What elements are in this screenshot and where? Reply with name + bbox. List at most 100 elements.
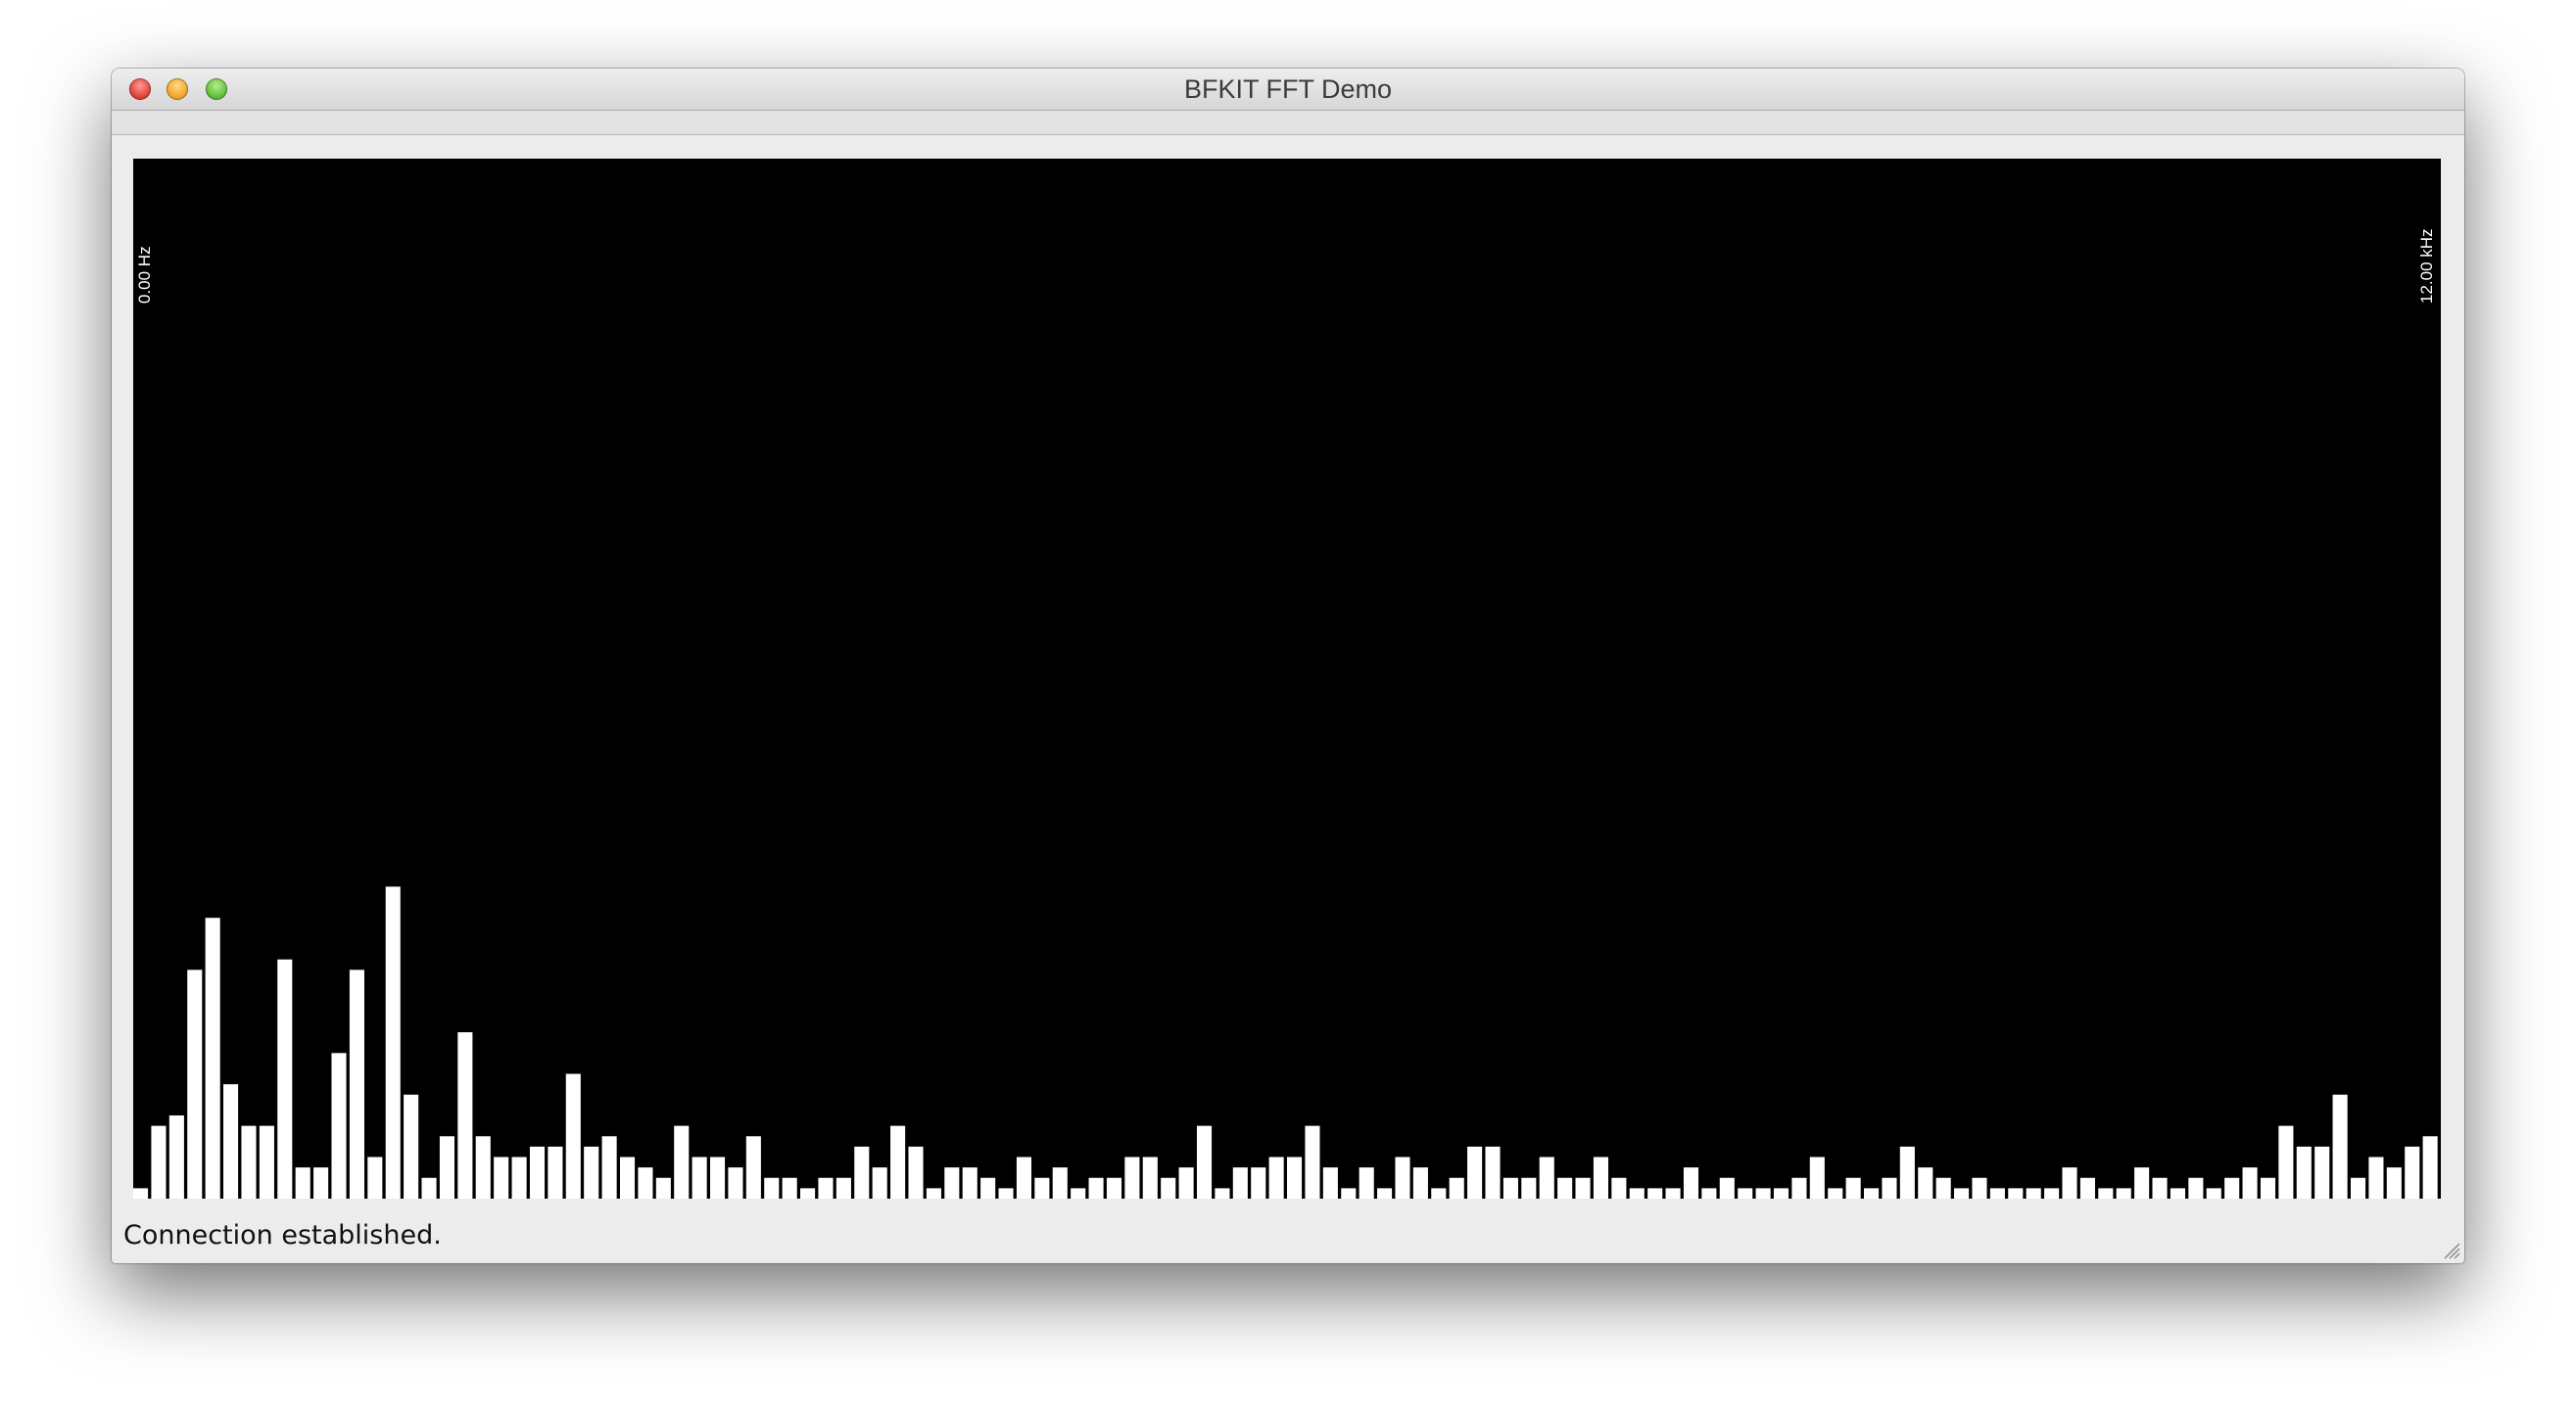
spectrum-bar xyxy=(1341,1188,1357,1199)
spectrum-bar xyxy=(1738,1188,1753,1199)
spectrum-bar xyxy=(2296,1146,2312,1199)
toolbar-strip xyxy=(112,111,2464,135)
spectrum-bars xyxy=(133,886,2438,1199)
spectrum-bar xyxy=(223,1084,239,1199)
max-frequency-label: 12.00 kHz xyxy=(2417,228,2436,304)
spectrum-bar xyxy=(187,969,203,1199)
spectrum-bar xyxy=(168,1115,184,1199)
spectrum-bar xyxy=(619,1157,636,1199)
spectrum-bar xyxy=(1918,1167,1933,1199)
spectrum-bar xyxy=(1412,1167,1428,1199)
spectrum-bar xyxy=(764,1177,780,1199)
spectrum-bar xyxy=(2062,1167,2077,1199)
spectrum-bar xyxy=(241,1125,257,1199)
spectrum-bar xyxy=(1088,1177,1104,1199)
spectrum-bar xyxy=(2314,1146,2330,1199)
spectrum-bar xyxy=(313,1167,329,1199)
spectrum-bar xyxy=(1142,1157,1158,1199)
spectrum-bar xyxy=(872,1167,887,1199)
spectrum-bar xyxy=(782,1177,797,1199)
spectrum-bar xyxy=(601,1136,617,1199)
spectrum-bar xyxy=(2079,1177,2095,1199)
spectrum-bar xyxy=(1773,1188,1789,1199)
spectrum-bar xyxy=(1485,1146,1501,1199)
resize-grip-icon[interactable] xyxy=(2441,1240,2460,1259)
spectrum-bar xyxy=(2188,1177,2204,1199)
spectrum-bar xyxy=(2098,1188,2114,1199)
spectrum-bar xyxy=(1557,1177,1573,1199)
spectrum-bar xyxy=(1972,1177,1987,1199)
spectrum-bar xyxy=(1828,1188,1843,1199)
spectrum-bar xyxy=(1575,1177,1591,1199)
spectrum-bar xyxy=(710,1157,726,1199)
spectrum-bar xyxy=(854,1146,870,1199)
spectrum-bar xyxy=(511,1157,527,1199)
spectrum-bar xyxy=(1106,1177,1122,1199)
spectrum-bar xyxy=(962,1167,978,1199)
spectrum-bar xyxy=(800,1188,816,1199)
spectrum-bar xyxy=(1161,1177,1176,1199)
spectrum-bar xyxy=(2116,1188,2131,1199)
spectrum-bar xyxy=(1899,1146,1915,1199)
app-window: BFKIT FFT Demo 0.00 Hz 12.00 kHz Connect… xyxy=(112,69,2464,1263)
spectrum-bar xyxy=(1629,1188,1645,1199)
spectrum-bar xyxy=(1935,1177,1951,1199)
spectrum-bar xyxy=(295,1167,310,1199)
spectrum-bar xyxy=(835,1177,851,1199)
spectrum-bar xyxy=(818,1177,834,1199)
spectrum-bar xyxy=(2332,1094,2348,1199)
title-bar[interactable]: BFKIT FFT Demo xyxy=(112,69,2464,111)
window-title: BFKIT FFT Demo xyxy=(1183,74,1393,104)
spectrum-bar xyxy=(1251,1167,1266,1199)
spectrum-bar xyxy=(1864,1188,1880,1199)
spectrum-bar xyxy=(638,1167,653,1199)
spectrum-bar xyxy=(1359,1167,1374,1199)
spectrum-bar xyxy=(926,1188,941,1199)
spectrum-bar xyxy=(1431,1188,1447,1199)
spectrum-bar xyxy=(1647,1188,1663,1199)
spectrum-bar xyxy=(1052,1167,1068,1199)
spectrum-bar xyxy=(1683,1167,1699,1199)
spectrum-bar xyxy=(1539,1157,1554,1199)
spectrum-bar xyxy=(2350,1177,2366,1199)
spectrum-bar xyxy=(2242,1167,2258,1199)
spectrum-bar xyxy=(421,1177,437,1199)
spectrum-bar xyxy=(2026,1188,2041,1199)
spectrum-bar xyxy=(385,886,401,1199)
spectrum-bar xyxy=(2386,1167,2402,1199)
spectrum-bar xyxy=(890,1125,906,1199)
spectrum-bar xyxy=(1809,1157,1825,1199)
spectrum-bar xyxy=(584,1146,599,1199)
spectrum-bar xyxy=(565,1073,581,1199)
spectrum-bar xyxy=(1593,1157,1608,1199)
spectrum-bar xyxy=(655,1177,671,1199)
spectrum-bar xyxy=(692,1157,707,1199)
spectrum-bar xyxy=(2422,1136,2438,1199)
spectrum-bar xyxy=(2134,1167,2150,1199)
spectrum-bar xyxy=(1467,1146,1483,1199)
status-text: Connection established. xyxy=(123,1220,442,1251)
spectrum-bar xyxy=(1503,1177,1518,1199)
spectrum-bar xyxy=(1178,1167,1194,1199)
spectrum-bar xyxy=(1016,1157,1031,1199)
spectrum-bar xyxy=(548,1146,563,1199)
spectrum-bar xyxy=(1034,1177,1050,1199)
spectrum-bar xyxy=(1071,1188,1086,1199)
spectrum-bar xyxy=(529,1146,546,1199)
spectrum-bar xyxy=(1124,1157,1140,1199)
spectrum-bar xyxy=(1268,1157,1284,1199)
spectrum-bar xyxy=(2260,1177,2276,1199)
min-frequency-label: 0.00 Hz xyxy=(135,246,154,304)
spectrum-bar xyxy=(1791,1177,1807,1199)
spectrum-bar xyxy=(349,969,364,1199)
spectrum-bar xyxy=(331,1053,347,1199)
spectrum-bar xyxy=(745,1136,761,1199)
spectrum-bar xyxy=(1882,1177,1897,1199)
spectrum-bar xyxy=(944,1167,960,1199)
spectrum-bar xyxy=(1611,1177,1627,1199)
spectrum-bar xyxy=(1395,1157,1410,1199)
spectrum-bar xyxy=(998,1188,1014,1199)
spectrum-bar xyxy=(1719,1177,1735,1199)
spectrum-bar xyxy=(404,1094,419,1199)
spectrum-bar xyxy=(1215,1188,1230,1199)
